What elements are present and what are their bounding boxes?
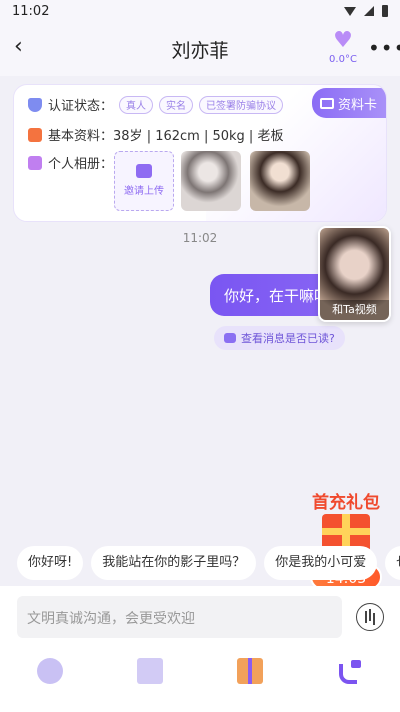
emoji-icon[interactable] [37,658,63,684]
album-label: 个人相册： [48,157,114,172]
status-bar: 11:02 [0,0,400,24]
chat-header: ‹ 刘亦菲 ♥ 0.0°C ••• [0,24,400,76]
wifi-icon [344,6,356,16]
voice-input-icon[interactable] [356,603,384,631]
heart-icon: ♥ [333,28,353,53]
message-input[interactable]: 文明真诚沟通，会更受欢迎 [17,596,342,638]
profile-card-label: 资料卡 [338,97,378,113]
camera-icon [136,164,152,178]
chat-bubble-icon [224,333,236,343]
read-receipt-button[interactable]: 查看消息是否已读? [214,326,345,350]
quick-reply-chip[interactable]: 我能站在你的影子里吗？ [91,546,257,580]
album-row: 个人相册： [28,153,113,172]
input-toolbar [0,658,400,688]
badge-real-name: 实名 [159,95,194,114]
verify-label: 认证状态： [48,99,114,114]
basic-info-label: 基本资料： [48,129,114,144]
quick-reply-chip[interactable]: 你是我的小可爱 [264,546,378,580]
badge-real-person: 真人 [119,95,154,114]
shield-icon [28,97,42,112]
verify-row: 认证状态： 真人 实名 已签署防骗协议 [28,95,284,114]
intimacy-temperature[interactable]: ♥ 0.0°C [326,28,360,66]
album-photo[interactable] [250,151,310,211]
temperature-value: 0.0°C [329,54,357,65]
gift-icon[interactable] [237,658,263,684]
video-call-icon[interactable] [337,658,363,684]
video-call-card[interactable]: 和Ta视频 [318,226,391,322]
more-options-icon[interactable]: ••• [368,36,400,60]
basic-info-value: 38岁 | 162cm | 50kg | 老板 [113,129,284,144]
read-receipt-label: 查看消息是否已读? [241,332,335,345]
signal-icon [364,6,374,16]
document-icon [28,127,42,142]
profile-card: 资料卡 认证状态： 真人 实名 已签署防骗协议 基本资料： 38岁 | 162c… [13,84,387,222]
quick-reply-chip[interactable]: 也想 [385,546,400,580]
quick-replies: 你好呀! 我能站在你的影子里吗？ 你是我的小可爱 也想 [17,546,400,580]
badge-anti-fraud: 已签署防骗协议 [199,95,284,114]
status-icons [344,5,388,17]
id-card-icon [320,97,334,109]
status-time: 11:02 [12,4,50,19]
profile-card-button[interactable]: 资料卡 [312,88,386,118]
photo-icon [28,155,42,170]
invite-upload-button[interactable]: 邀请上传 [114,151,174,211]
basic-info-row: 基本资料： 38岁 | 162cm | 50kg | 老板 [28,125,283,144]
video-call-label: 和Ta视频 [320,300,389,320]
input-panel: 文明真诚沟通，会更受欢迎 [0,586,400,712]
promo-title: 首充礼包 [312,493,380,513]
battery-icon [382,5,388,17]
quick-reply-chip[interactable]: 你好呀! [17,546,84,580]
image-icon[interactable] [137,658,163,684]
album-photo[interactable] [181,151,241,211]
invite-upload-label: 邀请上传 [124,186,164,197]
